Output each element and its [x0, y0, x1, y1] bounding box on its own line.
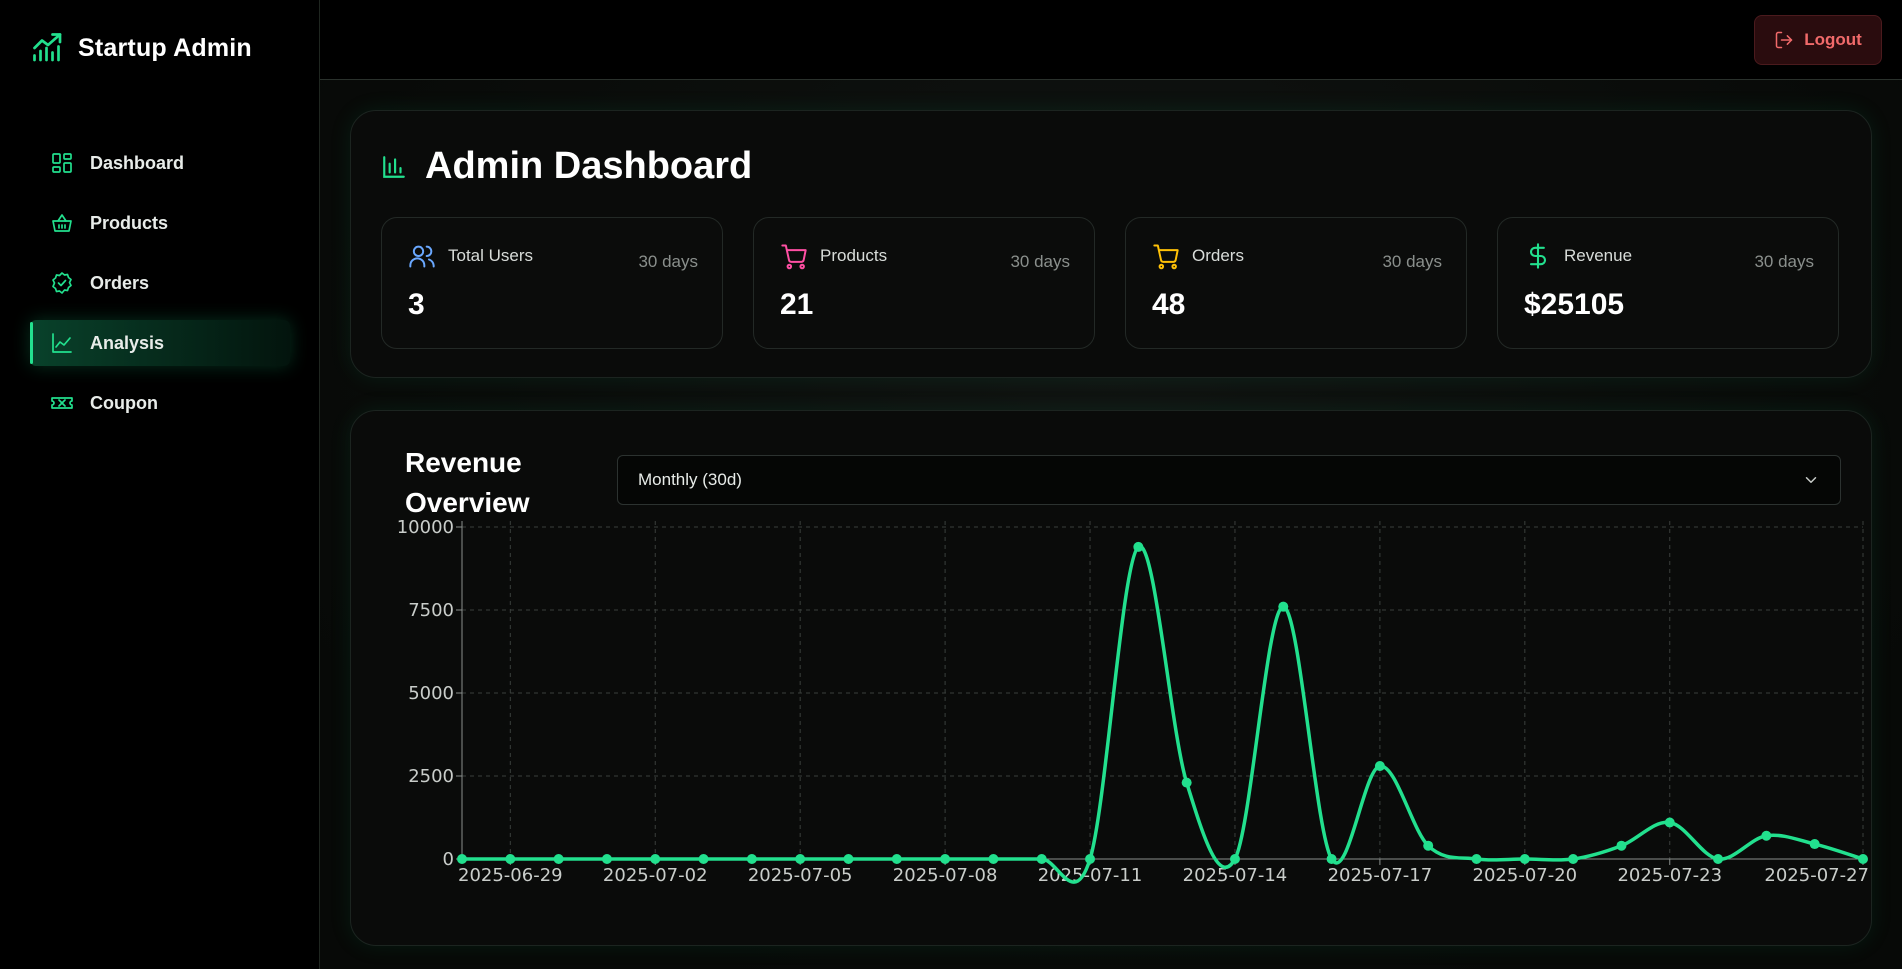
stat-label: Orders	[1192, 246, 1244, 265]
app-title: Startup Admin	[78, 33, 252, 62]
main-content: Admin Dashboard Total Users 30 days 3 Pr…	[320, 80, 1902, 969]
revenue-data-point	[1616, 840, 1627, 851]
stat-value: 3	[408, 288, 425, 321]
logout-button[interactable]: Logout	[1754, 15, 1882, 65]
stat-value: $25105	[1524, 288, 1625, 321]
y-tick-label: 5000	[408, 683, 454, 704]
revenue-data-point	[1133, 541, 1144, 552]
revenue-data-point	[1713, 854, 1724, 864]
line-chart-icon	[52, 333, 72, 353]
revenue-data-point	[1568, 854, 1579, 864]
stat-label: Products	[820, 246, 888, 265]
stat-period: 30 days	[1382, 252, 1442, 271]
cart-icon	[1153, 244, 1179, 270]
ticket-icon	[51, 397, 73, 409]
check-badge-icon	[52, 272, 72, 294]
x-tick-label: 2025-07-17	[1328, 865, 1433, 886]
y-tick-label: 7500	[408, 600, 454, 621]
revenue-data-point	[1326, 854, 1337, 864]
users-icon	[409, 245, 435, 268]
x-tick-label: 2025-07-02	[603, 865, 708, 886]
revenue-data-point	[1036, 854, 1047, 864]
revenue-data-point	[1519, 854, 1530, 864]
revenue-data-point	[457, 854, 467, 864]
sidebar: Startup Admin Dashboard Products Orders	[0, 0, 320, 969]
stat-value: 21	[780, 288, 814, 321]
sidebar-item-orders[interactable]: Orders	[30, 260, 290, 306]
x-tick-label: 2025-07-08	[893, 865, 998, 886]
revenue-chart-card: Revenue Overview Monthly (30d) 0 2500 5000…	[350, 410, 1872, 946]
revenue-data-point	[1471, 854, 1482, 864]
sidebar-item-dashboard[interactable]: Dashboard	[30, 140, 290, 186]
revenue-data-point	[650, 854, 661, 864]
stat-period: 30 days	[1754, 252, 1814, 271]
stat-card-orders: Orders 30 days 48	[1125, 217, 1467, 349]
revenue-data-point	[1761, 830, 1772, 841]
stat-label: Revenue	[1564, 246, 1633, 265]
revenue-data-point	[843, 854, 854, 864]
revenue-data-point	[1809, 839, 1820, 850]
revenue-data-point	[891, 854, 902, 864]
cart-icon	[781, 244, 807, 270]
page-title: Admin Dashboard	[381, 145, 752, 188]
revenue-data-point	[988, 854, 999, 864]
stat-label: Total Users	[448, 246, 534, 265]
sidebar-nav: Dashboard Products Orders Analysis Coupo…	[30, 140, 290, 440]
page-title-text: Admin Dashboard	[425, 145, 753, 187]
revenue-data-point	[553, 854, 564, 864]
x-tick-label: 2025-07-05	[748, 865, 853, 886]
revenue-data-point	[795, 854, 806, 864]
sidebar-item-label: Orders	[90, 272, 150, 293]
sidebar-item-label: Analysis	[90, 332, 165, 353]
revenue-data-point	[698, 854, 709, 864]
stat-period: 30 days	[638, 252, 698, 271]
x-tick-label: 2025-07-23	[1617, 865, 1722, 886]
top-bar: Logout	[320, 0, 1902, 80]
stat-card-total-users: Total Users 30 days 3	[381, 217, 723, 349]
bar-chart-icon	[383, 155, 405, 178]
revenue-data-point	[940, 854, 951, 864]
stat-card-revenue: Revenue 30 days $25105	[1497, 217, 1839, 349]
revenue-series-line	[462, 545, 1864, 884]
sidebar-item-label: Dashboard	[90, 152, 185, 173]
sidebar-item-label: Coupon	[90, 392, 158, 413]
trending-chart-logo-icon	[33, 33, 62, 62]
x-tick-label: 2025-07-20	[1473, 865, 1578, 886]
revenue-line-chart: 0 2500 5000 7500 10000 2025-06-29 2025-07-02 20…	[397, 517, 1869, 886]
basket-icon	[52, 214, 72, 232]
brand[interactable]: Startup Admin	[30, 30, 252, 66]
revenue-data-point	[1374, 761, 1385, 772]
revenue-data-point	[1278, 601, 1289, 612]
stat-period: 30 days	[1010, 252, 1070, 271]
dashboard-icon	[52, 153, 72, 173]
sidebar-item-products[interactable]: Products	[30, 200, 290, 246]
y-tick-label: 0	[443, 849, 454, 870]
y-tick-label: 2500	[408, 766, 454, 787]
revenue-data-point	[505, 854, 516, 864]
dashboard-summary-card: Admin Dashboard Total Users 30 days 3 Pr…	[350, 110, 1872, 378]
revenue-data-point	[1085, 854, 1096, 864]
revenue-data-point	[1858, 854, 1868, 864]
revenue-data-point	[746, 854, 757, 864]
logout-icon	[1775, 31, 1793, 49]
x-tick-label: 2025-07-14	[1183, 865, 1288, 886]
sidebar-item-coupon[interactable]: Coupon	[30, 380, 290, 426]
stat-card-products: Products 30 days 21	[753, 217, 1095, 349]
x-tick-label: 2025-07-27	[1764, 865, 1869, 886]
revenue-data-point	[1181, 777, 1192, 788]
sidebar-item-label: Products	[90, 212, 169, 233]
revenue-data-point	[1229, 854, 1240, 864]
logout-label: Logout	[1804, 30, 1862, 49]
revenue-data-point	[1423, 840, 1434, 851]
revenue-data-point	[601, 854, 612, 864]
sidebar-item-analysis[interactable]: Analysis	[30, 320, 290, 366]
x-tick-label: 2025-06-29	[458, 865, 563, 886]
stat-value: 48	[1152, 288, 1186, 321]
y-tick-label: 10000	[397, 517, 454, 538]
revenue-data-point	[1664, 817, 1675, 828]
dollar-icon	[1529, 243, 1547, 269]
